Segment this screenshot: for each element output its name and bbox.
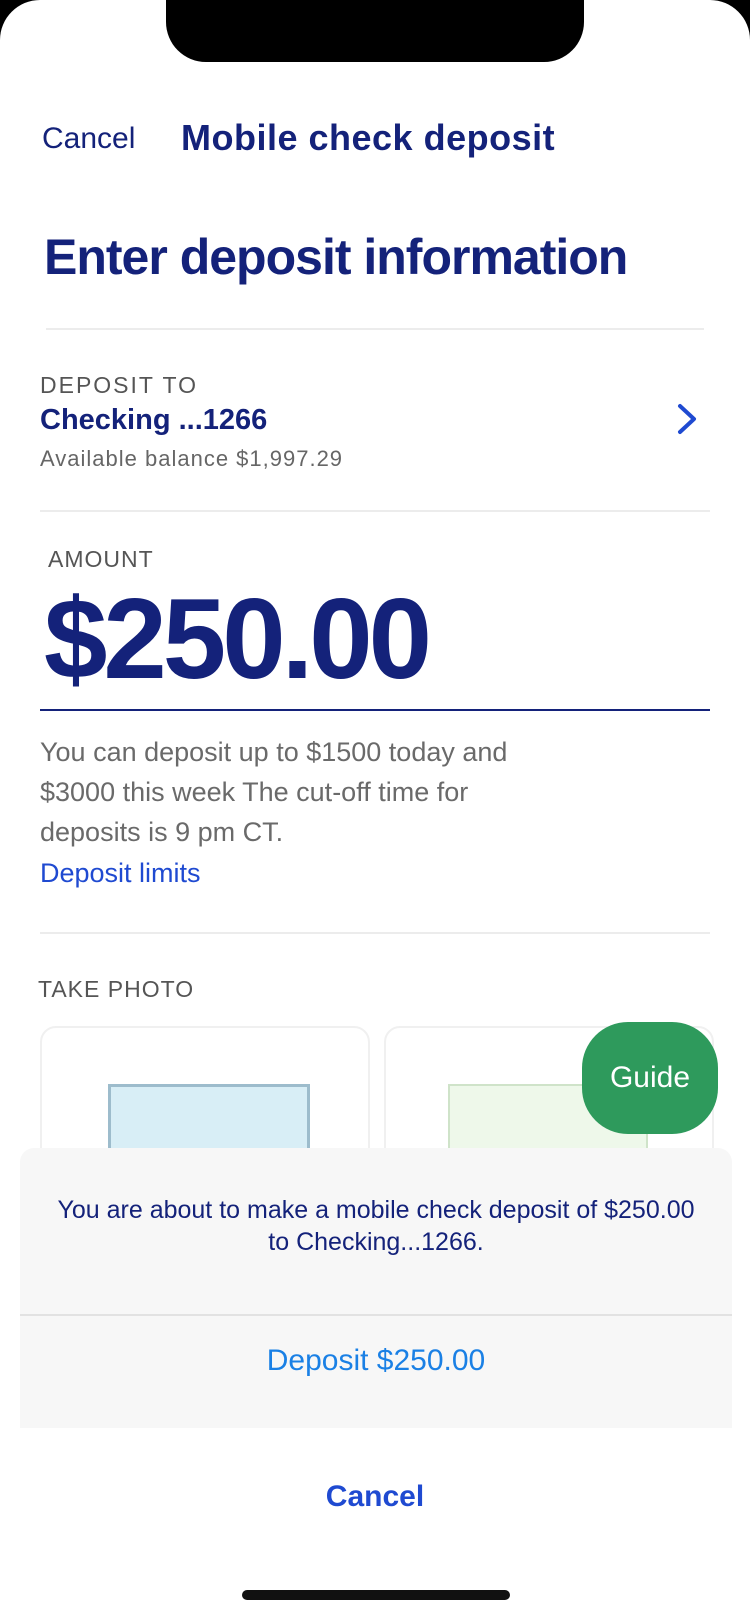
divider [40, 932, 710, 934]
confirmation-sheet: You are about to make a mobile check dep… [20, 1148, 732, 1428]
guide-button[interactable]: Guide [582, 1022, 718, 1134]
sheet-cancel-button[interactable]: Cancel [0, 1480, 750, 1514]
nav-cancel-button[interactable]: Cancel [42, 122, 135, 156]
divider [46, 328, 704, 330]
deposit-limits-link[interactable]: Deposit limits [40, 858, 201, 889]
deposit-to-label: DEPOSIT TO [40, 372, 199, 398]
deposit-limits-text: You can deposit up to $1500 today and $3… [40, 737, 508, 847]
amount-underline [40, 709, 710, 711]
confirm-deposit-button[interactable]: Deposit $250.00 [20, 1344, 732, 1378]
account-selector[interactable]: Checking ...1266 [40, 404, 267, 437]
page-heading: Enter deposit information [44, 229, 628, 285]
available-balance: Available balance $1,997.29 [40, 446, 344, 471]
chevron-right-icon[interactable] [674, 402, 700, 436]
page-title: Mobile check deposit [181, 117, 556, 158]
sheet-divider [20, 1314, 732, 1316]
amount-label: AMOUNT [48, 546, 154, 572]
divider [40, 510, 710, 512]
home-indicator[interactable] [242, 1590, 510, 1600]
device-notch [166, 0, 584, 62]
confirmation-message: You are about to make a mobile check dep… [57, 1196, 695, 1256]
take-photo-label: TAKE PHOTO [38, 976, 195, 1002]
amount-input[interactable]: $250.00 [44, 583, 432, 697]
